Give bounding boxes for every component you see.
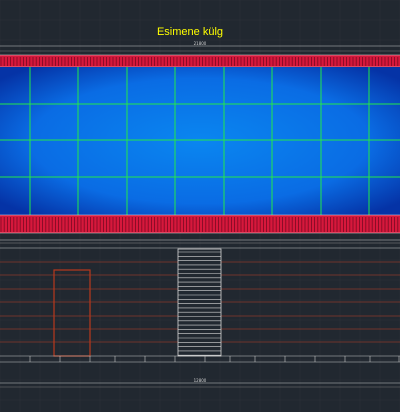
upper-red-trim-band xyxy=(0,54,400,68)
cad-drawing-viewport[interactable]: Esimene külg 21800 12800 xyxy=(0,0,400,412)
door-outline-icon xyxy=(53,269,91,357)
lower-red-trim-band xyxy=(0,214,400,234)
drawing-title: Esimene külg xyxy=(157,26,223,38)
cad-drawing-canvas[interactable]: Esimene külg 21800 12800 xyxy=(0,0,400,412)
top-dimension-label: 21800 xyxy=(194,41,207,46)
staircase-icon xyxy=(177,248,222,357)
blue-facade-panel xyxy=(0,67,400,215)
bottom-dimension-label: 12800 xyxy=(194,378,207,383)
